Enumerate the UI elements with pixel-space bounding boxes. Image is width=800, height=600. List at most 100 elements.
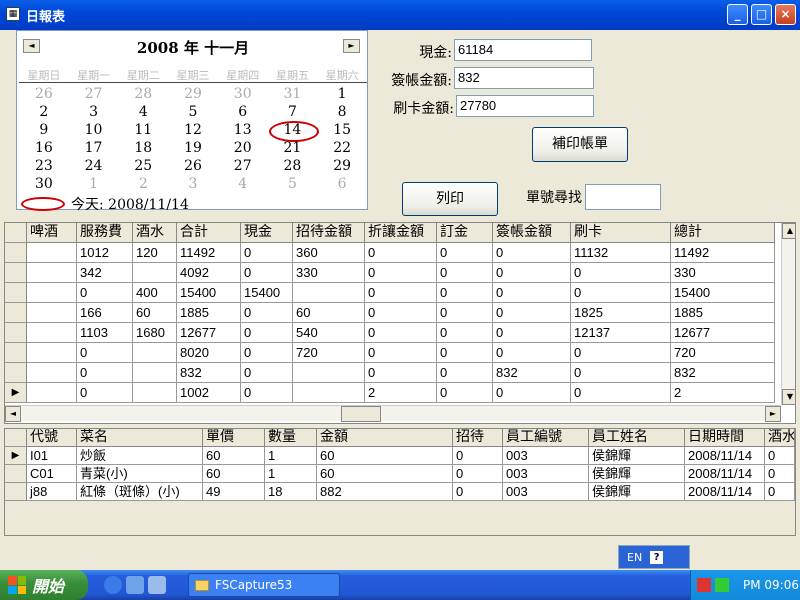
table-cell[interactable]: 1 — [265, 447, 317, 465]
card-amount-field[interactable]: 27780 — [456, 95, 594, 117]
tray-app-icon[interactable] — [715, 578, 729, 592]
calendar-day[interactable]: 29 — [317, 157, 367, 175]
table-cell[interactable]: 1012 — [77, 243, 133, 263]
table-cell[interactable]: 0 — [77, 283, 133, 303]
row-indicator[interactable]: ▶ — [5, 383, 27, 403]
table-cell[interactable]: 0 — [365, 323, 437, 343]
outlook-icon[interactable] — [126, 576, 144, 594]
calendar-day[interactable]: 2 — [118, 175, 168, 193]
table-cell[interactable] — [293, 283, 365, 303]
table-cell[interactable]: 0 — [571, 383, 671, 403]
table-cell[interactable]: 12677 — [177, 323, 241, 343]
calendar-day[interactable]: 15 — [317, 121, 367, 139]
table-cell[interactable]: 0 — [241, 303, 293, 323]
table-cell[interactable]: 003 — [503, 465, 589, 483]
taskbar[interactable]: 開始 FSCapture53 PM 09:06 — [0, 570, 800, 600]
table-cell[interactable]: 侯錦輝 — [589, 447, 685, 465]
sign-amount-field[interactable]: 832 — [454, 67, 594, 89]
calendar-day[interactable]: 13 — [218, 121, 268, 139]
calendar-day[interactable]: 5 — [268, 175, 318, 193]
table-cell[interactable]: 0 — [493, 263, 571, 283]
column-header[interactable]: 招待金額 — [293, 223, 365, 243]
calendar-day[interactable]: 6 — [218, 103, 268, 121]
ie-icon[interactable] — [104, 576, 122, 594]
show-desktop-icon[interactable] — [148, 576, 166, 594]
table-cell[interactable] — [27, 343, 77, 363]
table-cell[interactable]: 0 — [77, 383, 133, 403]
table-row[interactable]: 166 60 1885 0 60 0 0 0 1825 1885 — [5, 303, 775, 323]
table-cell[interactable]: 60 — [293, 303, 365, 323]
table-cell[interactable]: 1885 — [177, 303, 241, 323]
column-header[interactable]: 日期時間 — [685, 429, 765, 447]
table-cell[interactable]: 1680 — [133, 323, 177, 343]
calendar-day[interactable]: 20 — [218, 139, 268, 157]
daily-summary-grid[interactable]: 啤酒 服務費 酒水 合計 現金 招待金額 折讓金額 訂金 簽帳金額 刷卡 總計 1012 120 1149… — [4, 222, 796, 424]
table-cell[interactable]: 11492 — [177, 243, 241, 263]
table-cell[interactable]: j88 — [27, 483, 77, 501]
calendar-day[interactable]: 12 — [168, 121, 218, 139]
table-cell[interactable]: 0 — [453, 483, 503, 501]
table-cell[interactable]: 60 — [203, 465, 265, 483]
table-cell[interactable]: 400 — [133, 283, 177, 303]
scroll-thumb[interactable] — [341, 406, 381, 422]
table-cell[interactable]: 0 — [453, 447, 503, 465]
calendar-day[interactable]: 2 — [19, 103, 69, 121]
table-cell[interactable]: 8020 — [177, 343, 241, 363]
row-indicator[interactable]: ▶ — [5, 447, 27, 465]
calendar-day[interactable]: 26 — [19, 85, 69, 103]
table-cell[interactable]: 60 — [317, 465, 453, 483]
table-cell[interactable]: 120 — [133, 243, 177, 263]
calendar-day[interactable]: 25 — [118, 157, 168, 175]
table-cell[interactable]: 0 — [365, 243, 437, 263]
calendar-day[interactable]: 4 — [118, 103, 168, 121]
row-indicator[interactable] — [5, 323, 27, 343]
table-cell[interactable]: 0 — [493, 303, 571, 323]
table-cell[interactable] — [27, 363, 77, 383]
table-cell[interactable]: 4092 — [177, 263, 241, 283]
column-header[interactable]: 總計 — [671, 223, 775, 243]
table-cell[interactable]: 侯錦輝 — [589, 465, 685, 483]
row-indicator[interactable] — [5, 283, 27, 303]
table-cell[interactable] — [133, 383, 177, 403]
calendar-day[interactable]: 4 — [218, 175, 268, 193]
row-indicator[interactable] — [5, 343, 27, 363]
column-header[interactable]: 金額 — [317, 429, 453, 447]
table-cell[interactable]: 1103 — [77, 323, 133, 343]
column-header[interactable]: 合計 — [177, 223, 241, 243]
column-header[interactable]: 數量 — [265, 429, 317, 447]
order-search-input[interactable] — [585, 184, 661, 210]
clock[interactable]: PM 09:06 — [743, 578, 799, 592]
column-header[interactable]: 員工編號 — [503, 429, 589, 447]
system-tray[interactable]: PM 09:06 — [690, 570, 800, 600]
table-cell[interactable]: 003 — [503, 447, 589, 465]
column-header[interactable]: 單價 — [203, 429, 265, 447]
column-header[interactable] — [5, 429, 27, 447]
calendar-day[interactable]: 22 — [317, 139, 367, 157]
row-indicator[interactable] — [5, 263, 27, 283]
calendar-day[interactable]: 1 — [317, 85, 367, 103]
table-row[interactable]: 0 8020 0 720 0 0 0 0 720 — [5, 343, 775, 363]
table-cell[interactable]: 0 — [365, 343, 437, 363]
table-cell[interactable]: 0 — [365, 363, 437, 383]
column-header[interactable]: 酒水 — [133, 223, 177, 243]
table-cell[interactable]: 0 — [365, 303, 437, 323]
column-header[interactable]: 酒水 — [765, 429, 795, 447]
table-cell[interactable] — [27, 263, 77, 283]
table-cell[interactable]: 342 — [77, 263, 133, 283]
table-cell[interactable]: 0 — [765, 447, 795, 465]
calendar-day[interactable]: 24 — [69, 157, 119, 175]
calendar-day[interactable]: 27 — [218, 157, 268, 175]
table-cell[interactable]: 0 — [571, 363, 671, 383]
table-cell[interactable]: 炒飯 — [77, 447, 203, 465]
table-cell[interactable]: 0 — [365, 263, 437, 283]
table-cell[interactable] — [133, 263, 177, 283]
column-header[interactable]: 菜名 — [77, 429, 203, 447]
column-header[interactable]: 訂金 — [437, 223, 493, 243]
maximize-button[interactable]: □ — [751, 4, 772, 25]
reprint-bill-button[interactable]: 補印帳單 — [532, 127, 628, 162]
table-cell[interactable]: 2008/11/14 — [685, 483, 765, 501]
table-cell[interactable] — [27, 323, 77, 343]
calendar-day[interactable]: 30 — [218, 85, 268, 103]
table-cell[interactable] — [133, 363, 177, 383]
table-cell[interactable]: 0 — [437, 303, 493, 323]
